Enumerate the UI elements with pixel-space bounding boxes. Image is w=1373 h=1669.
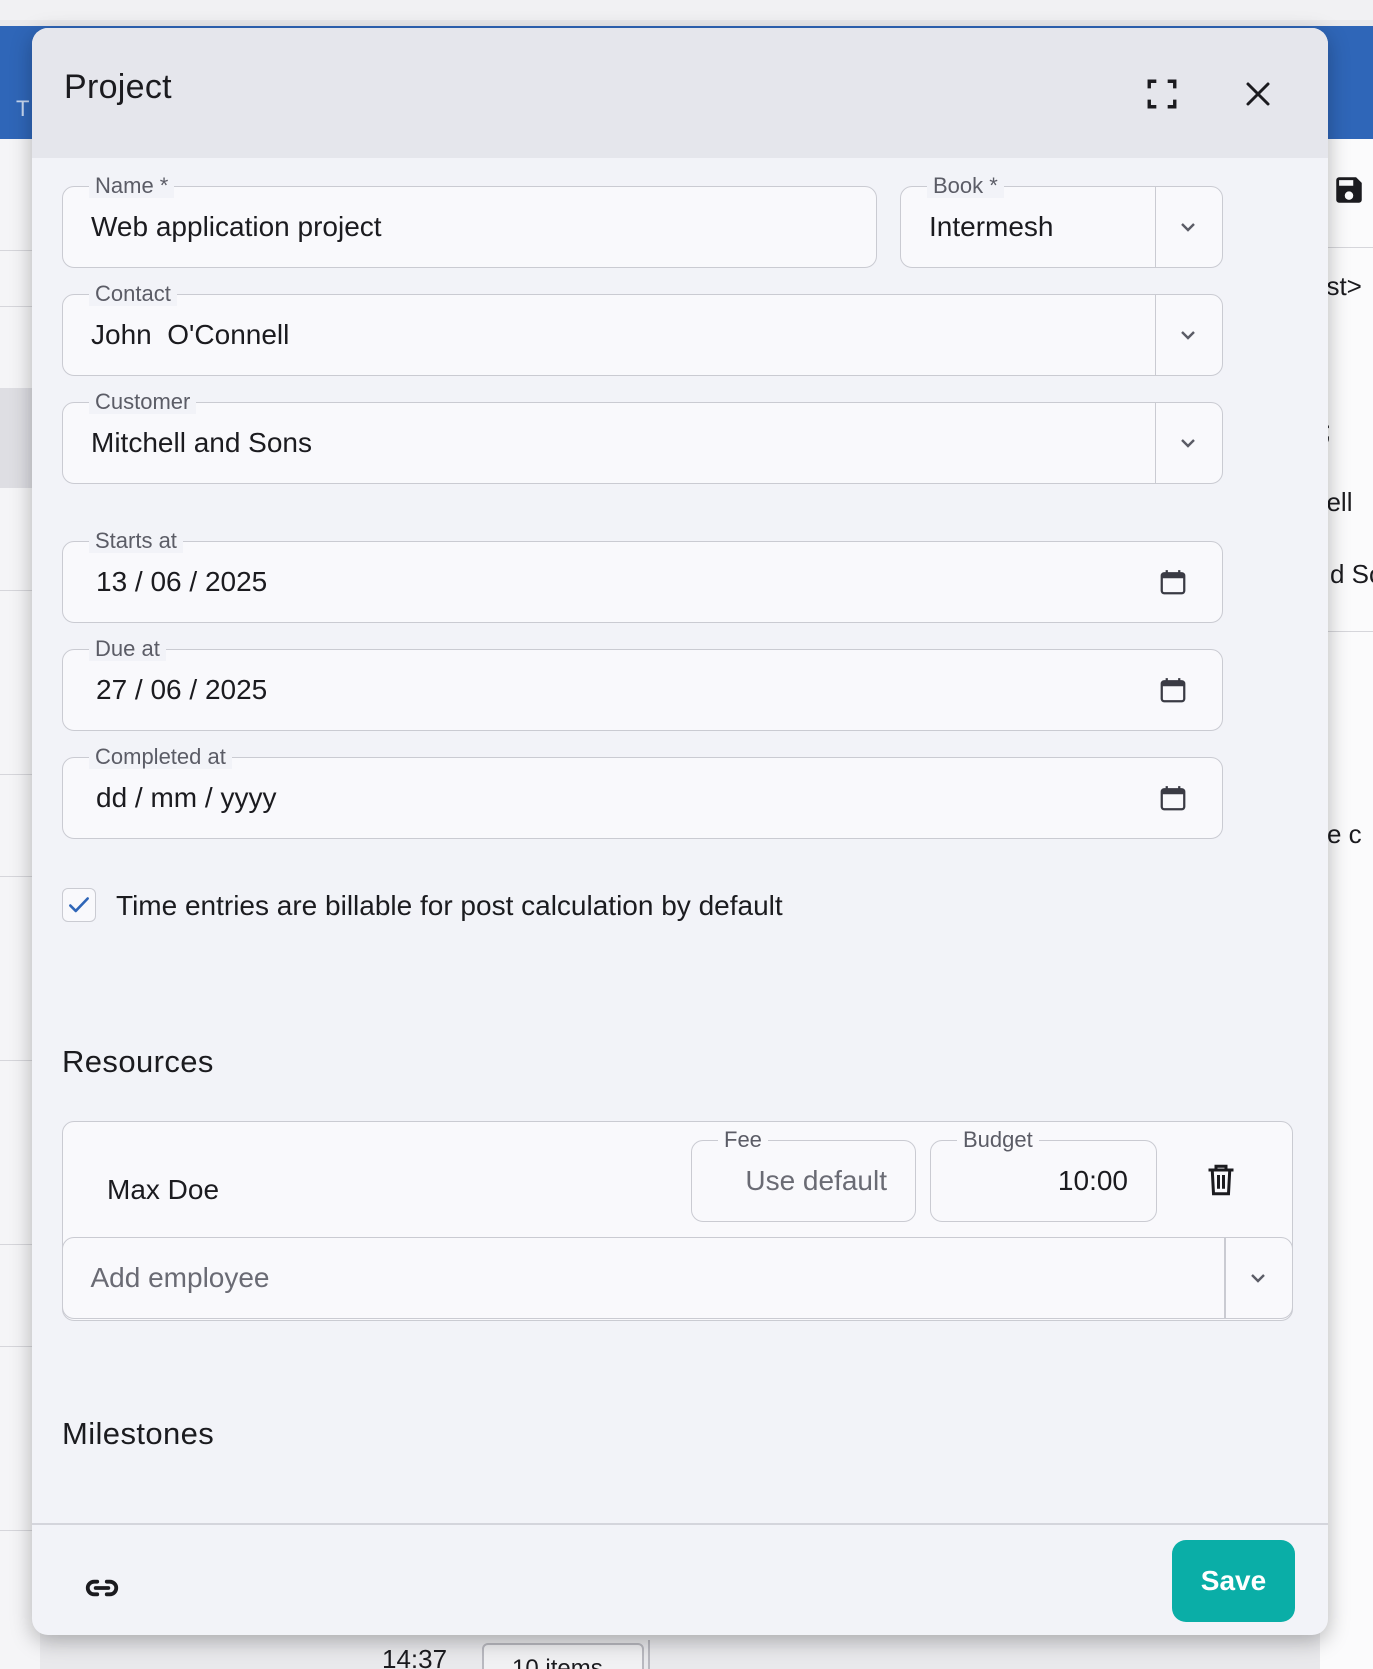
fee-placeholder: Use default — [745, 1165, 887, 1196]
book-label: Book * — [927, 174, 1004, 198]
select-divider — [1154, 403, 1156, 483]
starts-at-field[interactable]: Starts at 13 / 06 / 2025 — [62, 529, 1223, 623]
contact-select[interactable]: Contact John O'Connell — [62, 282, 1223, 376]
calendar-icon[interactable] — [1158, 782, 1188, 814]
customer-value: Mitchell and Sons — [91, 427, 313, 458]
add-employee-select[interactable]: Add employee — [61, 1237, 1293, 1319]
maximize-button[interactable] — [1136, 68, 1188, 120]
customer-label: Customer — [89, 390, 197, 414]
chevron-down-icon[interactable] — [1176, 431, 1200, 455]
checkmark-icon — [69, 897, 89, 913]
billable-checkbox[interactable] — [62, 888, 96, 922]
due-at-label: Due at — [89, 637, 166, 661]
fee-label: Fee — [718, 1128, 768, 1152]
completed-at-field[interactable]: Completed at dd / mm / yyyy — [62, 745, 1223, 839]
chevron-down-icon[interactable] — [1246, 1266, 1270, 1290]
background-header-text: T — [16, 96, 30, 121]
dialog-title: Project — [64, 68, 172, 106]
close-button[interactable] — [1232, 68, 1284, 120]
background-items-chip[interactable]: 10 items — [482, 1643, 644, 1669]
customer-select[interactable]: Customer Mitchell and Sons — [62, 390, 1223, 484]
chevron-down-icon[interactable] — [1176, 323, 1200, 347]
fullscreen-icon — [1147, 79, 1177, 109]
resource-name: Max Doe — [107, 1174, 220, 1205]
contact-label: Contact — [89, 282, 177, 306]
starts-at-label: Starts at — [89, 529, 183, 553]
link-icon — [85, 1579, 119, 1597]
background-time-text: 14:37 — [382, 1644, 448, 1669]
trash-icon — [1208, 1164, 1234, 1196]
background-text-fragment: d So — [1330, 559, 1373, 589]
calendar-icon[interactable] — [1158, 674, 1188, 706]
contact-value: John O'Connell — [91, 319, 290, 350]
background-save-icon[interactable] — [1332, 173, 1366, 212]
background-top-strip — [0, 0, 1373, 20]
resources-heading: Resources — [62, 1044, 214, 1079]
due-at-field[interactable]: Due at 27 / 06 / 2025 — [62, 637, 1223, 731]
book-select[interactable]: Book * Intermesh — [900, 174, 1223, 268]
save-button[interactable]: Save — [1172, 1540, 1295, 1622]
name-label: Name * — [89, 174, 175, 198]
budget-input[interactable]: Budget 10:00 — [930, 1128, 1157, 1222]
footer-divider — [32, 1523, 1328, 1525]
close-icon — [1246, 82, 1270, 106]
fee-input[interactable]: Fee Use default — [691, 1128, 916, 1222]
background-divider — [648, 1640, 650, 1669]
link-button[interactable] — [82, 1568, 122, 1608]
chevron-down-icon[interactable] — [1176, 215, 1200, 239]
resources-panel: Max Doe Fee Use default Budget 10:00 Add… — [61, 1121, 1293, 1321]
project-dialog: Project Name * Web application project B… — [32, 28, 1328, 1635]
due-at-value: 27 / 06 / 2025 — [96, 674, 268, 705]
select-divider — [1224, 1238, 1226, 1318]
select-divider — [1154, 187, 1156, 267]
delete-resource-button[interactable] — [1201, 1160, 1241, 1200]
background-items-chip-label: 10 items — [512, 1655, 603, 1669]
budget-value: 10:00 — [1057, 1165, 1128, 1196]
budget-label: Budget — [957, 1128, 1039, 1152]
add-employee-placeholder: Add employee — [90, 1262, 270, 1293]
book-value: Intermesh — [929, 211, 1054, 242]
dialog-header: Project — [32, 28, 1328, 158]
starts-at-value: 13 / 06 / 2025 — [96, 566, 268, 597]
name-value: Web application project — [91, 211, 382, 242]
calendar-icon[interactable] — [1158, 566, 1188, 598]
completed-at-label: Completed at — [89, 745, 232, 769]
select-divider — [1154, 295, 1156, 375]
completed-at-value: dd / mm / yyyy — [96, 782, 277, 813]
name-field[interactable]: Name * Web application project — [62, 174, 877, 268]
billable-checkbox-label: Time entries are billable for post calcu… — [116, 890, 783, 921]
milestones-heading: Milestones — [62, 1416, 215, 1451]
